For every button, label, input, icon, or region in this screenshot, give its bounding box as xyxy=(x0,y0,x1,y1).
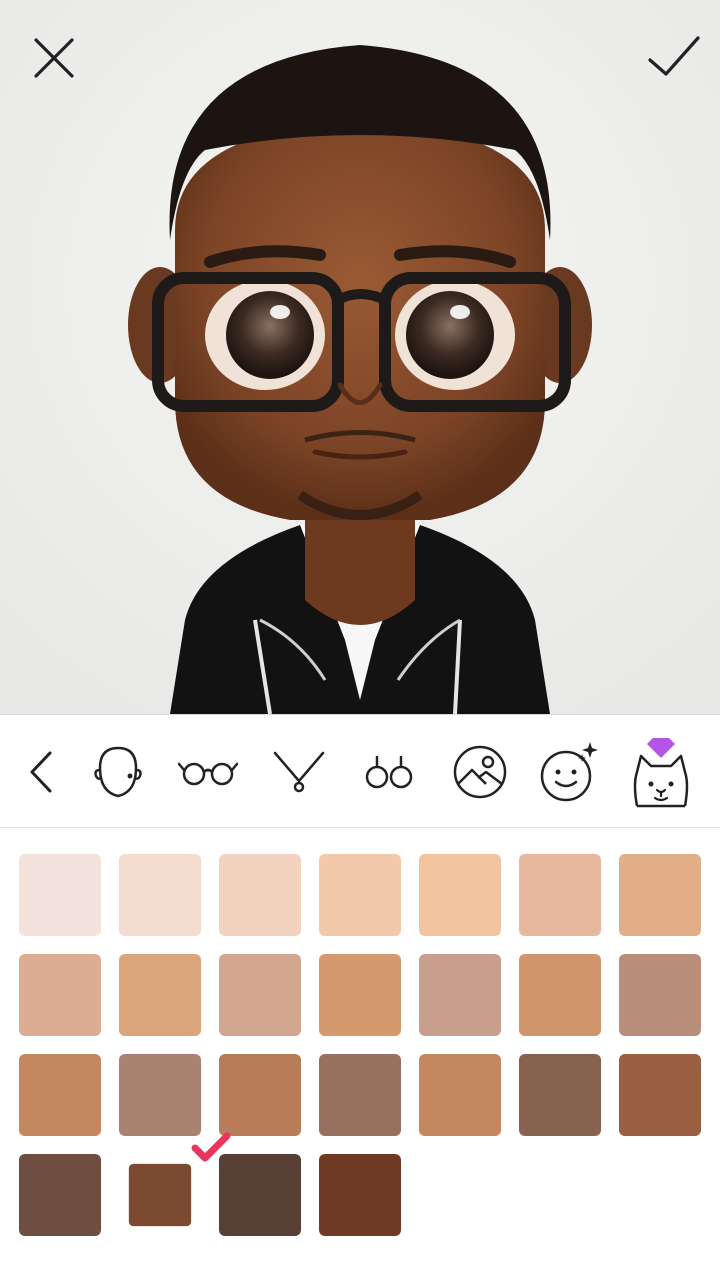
color-swatch[interactable] xyxy=(419,954,501,1036)
color-swatch[interactable] xyxy=(319,854,401,936)
color-swatch[interactable] xyxy=(219,1154,301,1236)
color-swatch[interactable] xyxy=(119,1054,201,1136)
premium-gem-icon xyxy=(647,738,675,758)
color-swatch[interactable] xyxy=(219,1054,301,1136)
color-swatch[interactable] xyxy=(319,1054,401,1136)
tab-face-shape[interactable] xyxy=(78,715,158,829)
category-toolbar xyxy=(0,714,720,828)
avatar-preview xyxy=(0,0,720,714)
tab-earrings[interactable] xyxy=(349,715,429,829)
glasses-icon xyxy=(177,762,239,786)
color-swatch[interactable] xyxy=(19,954,101,1036)
color-swatch[interactable] xyxy=(19,1054,101,1136)
earrings-icon xyxy=(365,755,413,789)
color-swatch[interactable] xyxy=(128,1163,192,1227)
chevron-left-icon xyxy=(30,751,52,793)
color-swatch[interactable] xyxy=(619,854,701,936)
back-button[interactable] xyxy=(2,715,82,829)
color-swatch[interactable] xyxy=(619,954,701,1036)
color-swatch[interactable] xyxy=(19,1154,101,1236)
color-swatch[interactable] xyxy=(319,1154,401,1236)
color-swatch[interactable] xyxy=(119,854,201,936)
cat-icon xyxy=(633,738,689,808)
necklace-icon xyxy=(273,751,325,793)
color-swatch[interactable] xyxy=(119,954,201,1036)
close-icon xyxy=(34,38,74,78)
sparkle-face-icon xyxy=(540,742,598,802)
color-swatch[interactable] xyxy=(419,854,501,936)
color-swatch[interactable] xyxy=(219,954,301,1036)
color-swatch[interactable] xyxy=(519,1054,601,1136)
tab-effects[interactable] xyxy=(530,715,610,829)
avatar-illustration xyxy=(0,0,720,714)
background-image-icon xyxy=(453,745,507,799)
tab-glasses[interactable] xyxy=(168,715,248,829)
face-shape-icon xyxy=(94,746,142,798)
skin-color-palette xyxy=(0,829,720,1280)
close-button[interactable] xyxy=(26,30,82,86)
color-swatch[interactable] xyxy=(519,954,601,1036)
color-swatch[interactable] xyxy=(519,854,601,936)
tab-pets[interactable] xyxy=(621,715,701,829)
tab-necklace[interactable] xyxy=(259,715,339,829)
color-swatch[interactable] xyxy=(619,1054,701,1136)
tab-background[interactable] xyxy=(440,715,520,829)
confirm-button[interactable] xyxy=(644,30,700,86)
checkmark-icon xyxy=(648,36,700,76)
color-swatch[interactable] xyxy=(219,854,301,936)
color-swatch[interactable] xyxy=(319,954,401,1036)
color-swatch[interactable] xyxy=(419,1054,501,1136)
color-swatch[interactable] xyxy=(19,854,101,936)
